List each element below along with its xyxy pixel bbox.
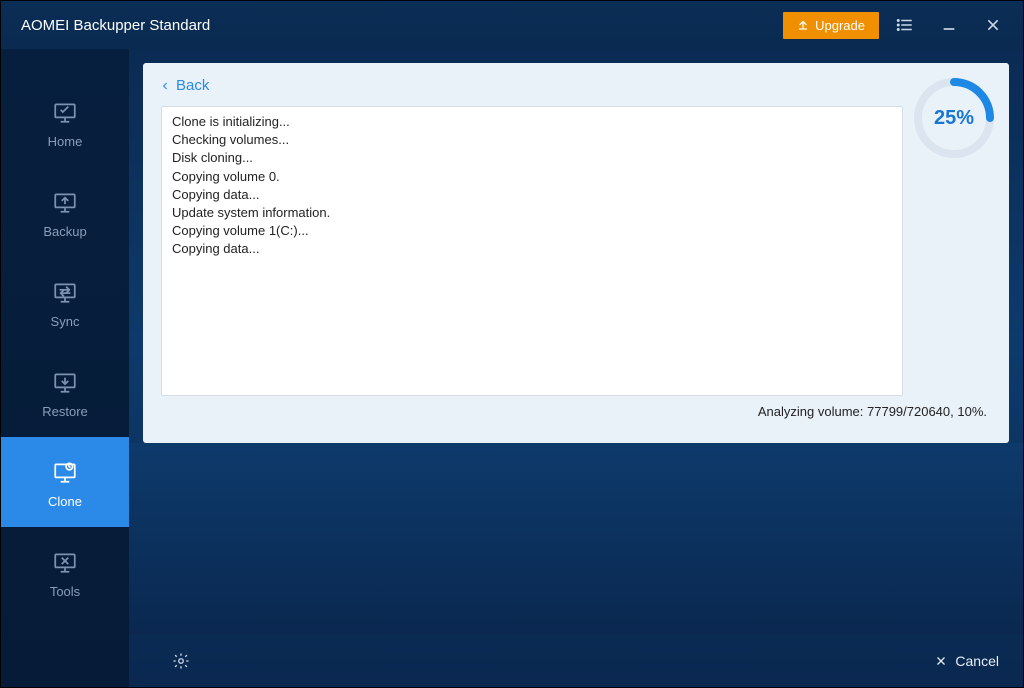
close-icon bbox=[935, 655, 947, 667]
backup-icon bbox=[50, 186, 80, 218]
progress-indicator: 25% bbox=[911, 75, 997, 161]
cancel-button[interactable]: Cancel bbox=[935, 653, 999, 669]
sidebar-item-home[interactable]: Home bbox=[1, 77, 129, 167]
log-line: Disk cloning... bbox=[172, 149, 892, 167]
clone-progress-panel: Back Clone is initializing... Checking v… bbox=[143, 63, 1009, 443]
sidebar: Home Backup Sync bbox=[1, 49, 129, 687]
log-line: Copying volume 0. bbox=[172, 168, 892, 186]
gear-icon bbox=[172, 652, 190, 670]
sidebar-item-label: Tools bbox=[50, 584, 80, 599]
content-bottom-spacer bbox=[129, 443, 1023, 635]
sidebar-item-tools[interactable]: Tools bbox=[1, 527, 129, 617]
tools-icon bbox=[50, 546, 80, 578]
upgrade-button[interactable]: Upgrade bbox=[783, 12, 879, 39]
content-area: Back Clone is initializing... Checking v… bbox=[129, 49, 1023, 687]
sidebar-item-label: Backup bbox=[43, 224, 86, 239]
log-line: Copying data... bbox=[172, 186, 892, 204]
sidebar-item-restore[interactable]: Restore bbox=[1, 347, 129, 437]
sidebar-item-label: Restore bbox=[42, 404, 88, 419]
progress-percent-text: 25% bbox=[911, 75, 997, 161]
app-window: AOMEI Backupper Standard Upgrade bbox=[0, 0, 1024, 688]
upgrade-label: Upgrade bbox=[815, 18, 865, 33]
log-line: Checking volumes... bbox=[172, 131, 892, 149]
log-line: Update system information. bbox=[172, 204, 892, 222]
restore-icon bbox=[50, 366, 80, 398]
close-button[interactable] bbox=[975, 7, 1011, 43]
sidebar-item-sync[interactable]: Sync bbox=[1, 257, 129, 347]
sync-icon bbox=[50, 276, 80, 308]
sidebar-item-clone[interactable]: Clone bbox=[1, 437, 129, 527]
clone-icon bbox=[50, 456, 80, 488]
sidebar-item-label: Sync bbox=[51, 314, 80, 329]
bottom-bar: Cancel bbox=[129, 635, 1023, 687]
cancel-label: Cancel bbox=[955, 653, 999, 669]
log-line: Clone is initializing... bbox=[172, 113, 892, 131]
upload-icon bbox=[797, 19, 809, 31]
sidebar-item-backup[interactable]: Backup bbox=[1, 167, 129, 257]
back-button[interactable]: Back bbox=[161, 77, 991, 94]
title-bar: AOMEI Backupper Standard Upgrade bbox=[1, 1, 1023, 49]
status-text: Analyzing volume: 77799/720640, 10%. bbox=[161, 396, 991, 419]
chevron-left-icon bbox=[161, 79, 170, 93]
log-line: Copying volume 1(C:)... bbox=[172, 222, 892, 240]
home-icon bbox=[50, 96, 80, 128]
settings-button[interactable] bbox=[167, 647, 195, 675]
app-title: AOMEI Backupper Standard bbox=[21, 17, 210, 34]
log-output: Clone is initializing... Checking volume… bbox=[161, 106, 903, 396]
sidebar-item-label: Home bbox=[48, 134, 83, 149]
minimize-button[interactable] bbox=[931, 7, 967, 43]
sidebar-item-label: Clone bbox=[48, 494, 82, 509]
menu-button[interactable] bbox=[887, 7, 923, 43]
back-label: Back bbox=[176, 77, 209, 94]
log-line: Copying data... bbox=[172, 240, 892, 258]
